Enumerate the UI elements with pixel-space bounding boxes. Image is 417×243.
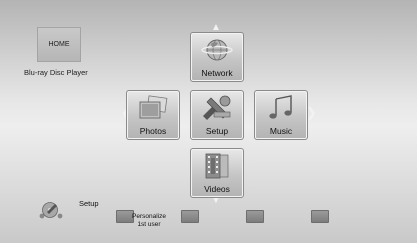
music-note-icon: [269, 95, 292, 119]
tools-icon: [203, 95, 231, 120]
photos-icon: [139, 95, 168, 119]
color-key-3[interactable]: [246, 210, 264, 223]
music-tile[interactable]: Music: [254, 90, 308, 140]
first-user-line: 1st user: [137, 220, 161, 228]
music-label: Music: [269, 126, 293, 136]
home-label: HOME: [48, 41, 70, 48]
setup-status-label: Setup: [79, 199, 99, 208]
personalize-line: Personalize: [132, 213, 166, 220]
home-menu-screen: HOME Blu-ray Disc Player ▲ ▼ ❮ ❯ Network…: [0, 0, 417, 243]
network-tile[interactable]: Network: [190, 32, 244, 82]
videos-tile[interactable]: Videos: [190, 148, 244, 198]
device-name: Blu-ray Disc Player: [24, 68, 88, 77]
setup-status: Setup: [35, 196, 115, 224]
home-box: HOME: [37, 27, 81, 62]
photos-tile[interactable]: Photos: [126, 90, 180, 140]
color-key-1-label: Personalize 1st user: [124, 213, 174, 229]
videos-label: Videos: [204, 184, 230, 194]
globe-icon: [201, 39, 233, 61]
network-label: Network: [201, 68, 233, 78]
disc-icon: [39, 202, 63, 219]
film-icon: [205, 153, 229, 179]
color-key-4[interactable]: [311, 210, 329, 223]
color-key-2[interactable]: [181, 210, 199, 223]
setup-label: Setup: [205, 126, 229, 136]
setup-tile[interactable]: Setup: [190, 90, 244, 140]
photos-label: Photos: [139, 126, 167, 136]
